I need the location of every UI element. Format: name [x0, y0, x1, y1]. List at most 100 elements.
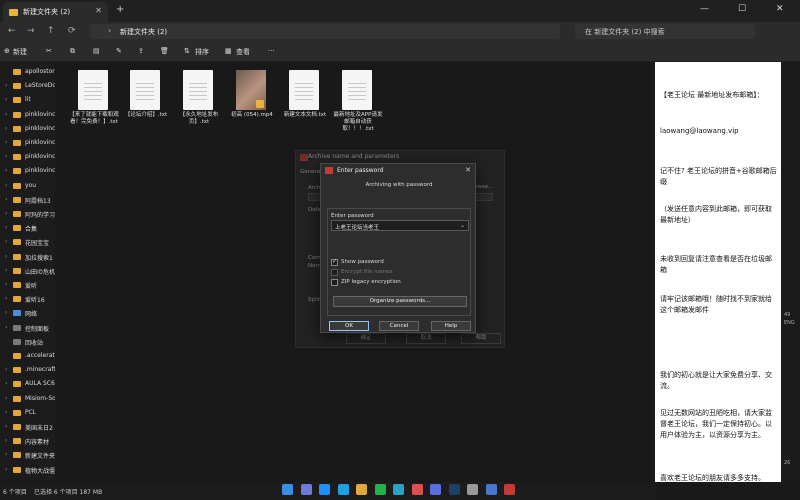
chevron-right-icon[interactable]: ›	[5, 210, 7, 217]
path-field[interactable]: › 新建文件夹 (2)	[90, 24, 560, 39]
tab-general[interactable]: General	[300, 169, 322, 175]
file-item[interactable]: 新建文本文档.txt	[279, 66, 331, 136]
bg-help-button[interactable]: 帮助	[461, 333, 501, 344]
explorer-icon[interactable]	[356, 484, 367, 495]
cancel-button[interactable]: Cancel	[379, 321, 419, 331]
chevron-right-icon[interactable]: ›	[5, 295, 7, 302]
sidebar-item[interactable]: › lit	[0, 94, 55, 108]
chevron-right-icon[interactable]: ›	[5, 466, 7, 473]
chevron-right-icon[interactable]: ›	[5, 224, 7, 231]
sidebar-item[interactable]: › pinklovinc	[0, 165, 55, 179]
chevron-right-icon[interactable]: ›	[5, 423, 7, 430]
bg-cancel-button[interactable]: 取消	[406, 333, 446, 344]
share-icon[interactable]: ⇪	[138, 47, 144, 55]
chevron-right-icon[interactable]: ›	[5, 267, 7, 274]
ok-button[interactable]: OK	[329, 321, 369, 331]
sidebar-item[interactable]: › LeStoreDc	[0, 80, 55, 94]
chevron-right-icon[interactable]: ›	[5, 409, 7, 416]
up-icon[interactable]: ↑	[47, 26, 55, 36]
sidebar-item[interactable]: › 爱听16	[0, 293, 55, 307]
chevron-right-icon[interactable]: ›	[5, 281, 7, 288]
edge-icon[interactable]	[337, 484, 349, 495]
file-item[interactable]: 【来了就能下载和观看！完免费！】.txt	[68, 66, 120, 136]
file-item[interactable]: 最新地址及APP请发邮箱自动获取！！！.txt	[332, 66, 384, 136]
sidebar-item[interactable]: › 网络	[0, 307, 55, 321]
winrar-icon[interactable]	[504, 484, 515, 495]
store-icon[interactable]	[430, 484, 441, 495]
wechat-icon[interactable]	[374, 484, 386, 495]
chevron-right-icon[interactable]: ›	[5, 451, 7, 458]
tab-current-folder[interactable]: 新建文件夹 (2) ✕	[3, 2, 108, 22]
new-tab-button[interactable]: +	[116, 4, 124, 15]
sidebar-item[interactable]: › .minecraft	[0, 364, 55, 378]
chevron-right-icon[interactable]: ›	[5, 238, 7, 245]
sidebar-item[interactable]: › 山田の危机	[0, 265, 55, 279]
sidebar-item[interactable]: › pinklovinc	[0, 137, 55, 151]
windows-icon[interactable]	[282, 484, 293, 495]
sidebar-item[interactable]: › pinklovinc	[0, 151, 55, 165]
chevron-right-icon[interactable]: ›	[5, 167, 7, 174]
sidebar-item[interactable]: › 加拉搜索1	[0, 251, 55, 265]
view-button[interactable]: 查看	[236, 47, 250, 57]
show-password-checkbox[interactable]	[331, 258, 338, 266]
photos-icon[interactable]	[485, 484, 497, 495]
bg-ok-button[interactable]: 确定	[346, 333, 386, 344]
music-icon[interactable]	[411, 484, 423, 495]
sidebar-item[interactable]: 回收站	[0, 336, 55, 350]
chevron-right-icon[interactable]: ›	[5, 139, 7, 146]
chevron-right-icon[interactable]: ›	[5, 182, 7, 189]
chevron-right-icon[interactable]: ›	[5, 253, 7, 260]
chevron-down-icon[interactable]: ⌄	[460, 222, 465, 229]
forward-icon[interactable]: →	[27, 26, 35, 36]
chevron-right-icon[interactable]: ›	[5, 309, 7, 316]
organize-passwords-button[interactable]: Organize passwords...	[333, 296, 467, 307]
chevron-right-icon[interactable]: ›	[5, 125, 7, 132]
tab-close-icon[interactable]: ✕	[95, 6, 102, 15]
back-icon[interactable]: ←	[8, 26, 16, 36]
sidebar-item[interactable]: › 阿霞档13	[0, 194, 55, 208]
paste-icon[interactable]: ▤	[93, 47, 100, 55]
help-button[interactable]: Help	[431, 321, 471, 331]
chevron-right-icon[interactable]: ›	[5, 82, 7, 89]
search-icon[interactable]	[300, 484, 312, 495]
maximize-button[interactable]: ☐	[738, 4, 746, 14]
sidebar-item[interactable]: › 控制面板	[0, 322, 55, 336]
chevron-right-icon[interactable]: ›	[5, 96, 7, 103]
chevron-right-icon[interactable]: ›	[5, 153, 7, 160]
sidebar-item[interactable]: › you	[0, 180, 55, 194]
close-button[interactable]: ✕	[776, 4, 784, 14]
chevron-right-icon[interactable]: ›	[5, 324, 7, 331]
copy-icon[interactable]: ⧉	[70, 47, 75, 56]
chevron-right-icon[interactable]: ›	[5, 111, 7, 118]
sidebar-item[interactable]: › pinklovinc	[0, 109, 55, 123]
zip-legacy-checkbox[interactable]	[331, 279, 338, 286]
file-item[interactable]: 初高 (054).mp4	[226, 66, 278, 136]
more-button[interactable]: ···	[268, 47, 275, 55]
file-item[interactable]: 【永久地址发布页】.txt	[173, 66, 225, 136]
file-item[interactable]: 【论坛介绍】.txt	[120, 66, 172, 136]
chevron-right-icon[interactable]: ›	[5, 380, 7, 387]
rename-icon[interactable]: ✎	[116, 47, 122, 55]
app-icon[interactable]	[393, 484, 404, 495]
sidebar-item[interactable]: › 花园宝宝	[0, 236, 55, 250]
dialog-close-icon[interactable]: ✕	[465, 166, 471, 174]
sidebar-item[interactable]: .accelerate	[0, 350, 55, 364]
chevron-right-icon[interactable]: ›	[5, 366, 7, 373]
sidebar-item[interactable]: › Misiom-Sor	[0, 393, 55, 407]
sidebar-item[interactable]: apollostor	[0, 66, 55, 80]
sidebar-item[interactable]: › AULA SC68	[0, 378, 55, 392]
sidebar-item[interactable]: › 内容素材	[0, 435, 55, 449]
new-button[interactable]: 新建	[13, 47, 27, 57]
chevron-right-icon[interactable]: ›	[5, 395, 7, 402]
refresh-icon[interactable]: ⟳	[68, 26, 76, 36]
settings-icon[interactable]	[467, 484, 478, 495]
sidebar-item[interactable]: › 新建文件夹	[0, 449, 55, 463]
sidebar-item[interactable]: › 阿玛的学习	[0, 208, 55, 222]
delete-icon[interactable]: 🗑	[160, 47, 169, 55]
steam-icon[interactable]	[448, 484, 460, 495]
password-input[interactable]: 上老王论坛当老王 ⌄	[331, 220, 469, 231]
task-view-icon[interactable]	[319, 484, 330, 495]
sidebar-item[interactable]: › 爱听	[0, 279, 55, 293]
sidebar-item[interactable]: › 植物大战僵	[0, 464, 55, 478]
minimize-button[interactable]: —	[700, 4, 709, 14]
